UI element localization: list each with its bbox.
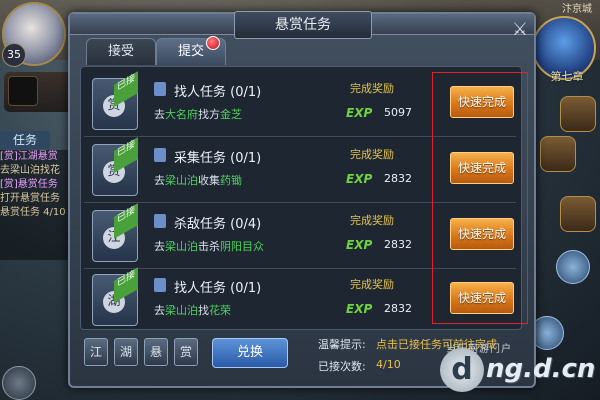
desc-go: 去 [154,174,165,187]
watermark-logo-icon: d [440,348,484,392]
reward-label: 完成奖励 [350,82,394,95]
tab-accept[interactable]: 接受 [86,38,156,65]
desc-action: 找方 [198,108,220,121]
accepted-ribbon: 已接 [114,71,138,107]
collection-tile[interactable]: 江 [84,338,108,366]
skill-round-icon[interactable] [556,250,590,284]
exp-icon: EXP [346,302,373,316]
task-scroll-icon: 赏 已接 [92,137,138,196]
accepted-count-label: 已接次数: [318,360,366,373]
exp-value: 2832 [384,302,412,315]
desc-go: 去 [154,304,165,317]
task-scroll-icon: 湖 已接 [92,267,138,326]
task-log-line: 去梁山泊找花 [0,165,60,176]
task-name: 找人任务 (0/1) [174,281,262,296]
exp-icon: EXP [346,172,373,186]
exp-value: 2832 [384,238,412,251]
task-description: 去梁山泊找花荣 [154,302,231,318]
accepted-ribbon: 已接 [114,267,138,303]
task-log-line: [赏]悬赏任务 [0,179,58,190]
player-level-badge: 35 [2,43,26,67]
task-log-line: [赏]江湖悬赏 [0,151,58,162]
exchange-button[interactable]: 兑换 [212,338,288,368]
task-log-line: 悬赏任务 4/10 [0,207,66,218]
task-type-icon [154,148,166,162]
desc-target[interactable]: 花荣 [209,304,231,317]
right-menu-icon[interactable] [560,96,596,132]
accepted-count-value: 4/10 [376,358,401,371]
accepted-ribbon: 已接 [114,137,138,173]
close-icon[interactable]: ⚔ [510,20,530,40]
chapter-label: 第七章 [550,70,584,83]
collection-tile[interactable]: 赏 [174,338,198,366]
task-type-icon [154,278,166,292]
desc-go: 去 [154,240,165,253]
dialog-title: 悬赏任务 [234,11,372,39]
reward-label: 完成奖励 [350,278,394,291]
shop-icon[interactable] [540,136,576,172]
exp-icon: EXP [346,106,373,120]
desc-target[interactable]: 金芝 [220,108,242,121]
desc-target[interactable]: 阴阳目众 [220,240,264,253]
task-scroll-icon: 江 已接 [92,203,138,262]
auto-battle-icon[interactable] [560,196,596,232]
task-description: 去梁山泊击杀阴阳目众 [154,238,264,254]
accepted-ribbon: 已接 [114,203,138,239]
desc-target[interactable]: 药锄 [220,174,242,187]
task-type-icon [154,82,166,96]
exp-icon: EXP [346,238,373,252]
exp-value: 2832 [384,172,412,185]
collection-tile[interactable]: 湖 [114,338,138,366]
task-log-line: 打开悬赏任务 [0,193,60,204]
task-name: 找人任务 (0/1) [174,85,262,100]
task-description: 去大名府找方金芝 [154,106,242,122]
view-toggle-icon[interactable] [2,366,36,400]
task-log-panel[interactable]: [赏]江湖悬赏 去梁山泊找花 [赏]悬赏任务 打开悬赏任务 悬赏任务 4/10 [0,150,72,260]
left-task-tab[interactable]: 任务 [0,131,50,149]
task-name: 采集任务 (0/1) [174,151,262,166]
site-watermark: 当乐网游门户 d ng.d.cn [440,338,600,400]
desc-place[interactable]: 大名府 [165,108,198,121]
reward-label: 完成奖励 [350,148,394,161]
task-type-icon [154,214,166,228]
desc-place[interactable]: 梁山泊 [165,240,198,253]
desc-action: 击杀 [198,240,220,253]
tip-label: 温馨提示: [318,338,366,351]
skill-slot-icon[interactable] [8,76,38,106]
desc-place[interactable]: 梁山泊 [165,174,198,187]
task-scroll-icon: 赏 已接 [92,71,138,130]
reward-label: 完成奖励 [350,214,394,227]
desc-place[interactable]: 梁山泊 [165,304,198,317]
desc-go: 去 [154,108,165,121]
collection-tile[interactable]: 悬 [144,338,168,366]
quick-complete-highlight [432,72,528,324]
desc-action: 收集 [198,174,220,187]
task-name: 杀敌任务 (0/4) [174,217,262,232]
desc-action: 找 [198,304,209,317]
exp-value: 5097 [384,106,412,119]
bounty-task-dialog: 悬赏任务 ⚔ 接受 提交 赏 已接 找人任务 (0/1) 去大名府找方金芝 完成… [68,11,536,388]
task-description: 去梁山泊收集药锄 [154,172,242,188]
notification-dot-icon [206,36,220,50]
watermark-site: ng.d.cn [486,354,596,384]
